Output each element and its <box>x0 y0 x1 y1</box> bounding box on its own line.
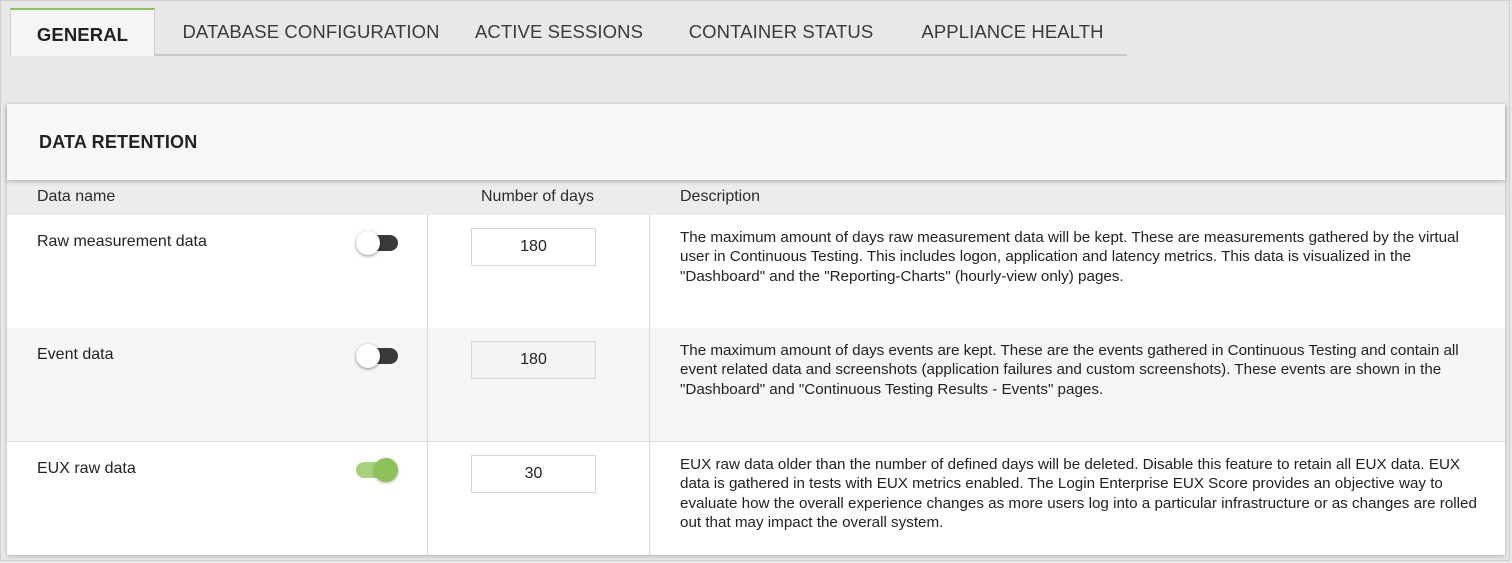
tab-database-configuration[interactable]: DATABASE CONFIGURATION <box>166 8 456 56</box>
column-divider <box>649 215 650 555</box>
row-name: Raw measurement data <box>37 233 207 250</box>
column-divider <box>427 215 428 555</box>
data-retention-card: DATA RETENTION Data name Number of days … <box>7 104 1505 555</box>
table-header: Data name Number of days Description <box>7 180 1505 215</box>
column-header-description: Description <box>680 188 761 205</box>
toggle-knob <box>374 458 398 482</box>
tab-active-sessions[interactable]: ACTIVE SESSIONS <box>456 8 662 56</box>
card-title: DATA RETENTION <box>39 132 198 152</box>
retention-toggle[interactable] <box>356 458 398 482</box>
row-name: Event data <box>37 346 114 363</box>
row-description: EUX raw data older than the number of de… <box>680 456 1477 532</box>
tab-general[interactable]: GENERAL <box>10 8 155 56</box>
row-description: The maximum amount of days raw measureme… <box>680 229 1459 285</box>
days-input[interactable] <box>471 455 596 493</box>
toggle-knob <box>356 231 380 255</box>
days-input[interactable] <box>471 341 596 379</box>
row-description: The maximum amount of days events are ke… <box>680 342 1459 398</box>
table-row-raw-measurement-data: Raw measurement data The maximum amount … <box>7 215 1505 329</box>
tab-container-status[interactable]: CONTAINER STATUS <box>662 8 900 56</box>
card-header: DATA RETENTION <box>7 104 1505 180</box>
row-name: EUX raw data <box>37 460 136 477</box>
retention-toggle[interactable] <box>356 231 398 255</box>
days-input[interactable] <box>471 228 596 266</box>
retention-toggle[interactable] <box>356 344 398 368</box>
tab-bar: GENERAL DATABASE CONFIGURATION ACTIVE SE… <box>10 8 1127 56</box>
column-header-number-of-days: Number of days <box>481 188 594 205</box>
tab-appliance-health[interactable]: APPLIANCE HEALTH <box>900 8 1125 56</box>
table-row-eux-raw-data: EUX raw data EUX raw data older than the… <box>7 442 1505 555</box>
table-row-event-data: Event data The maximum amount of days ev… <box>7 328 1505 442</box>
column-header-data-name: Data name <box>37 188 116 205</box>
toggle-knob <box>356 344 380 368</box>
